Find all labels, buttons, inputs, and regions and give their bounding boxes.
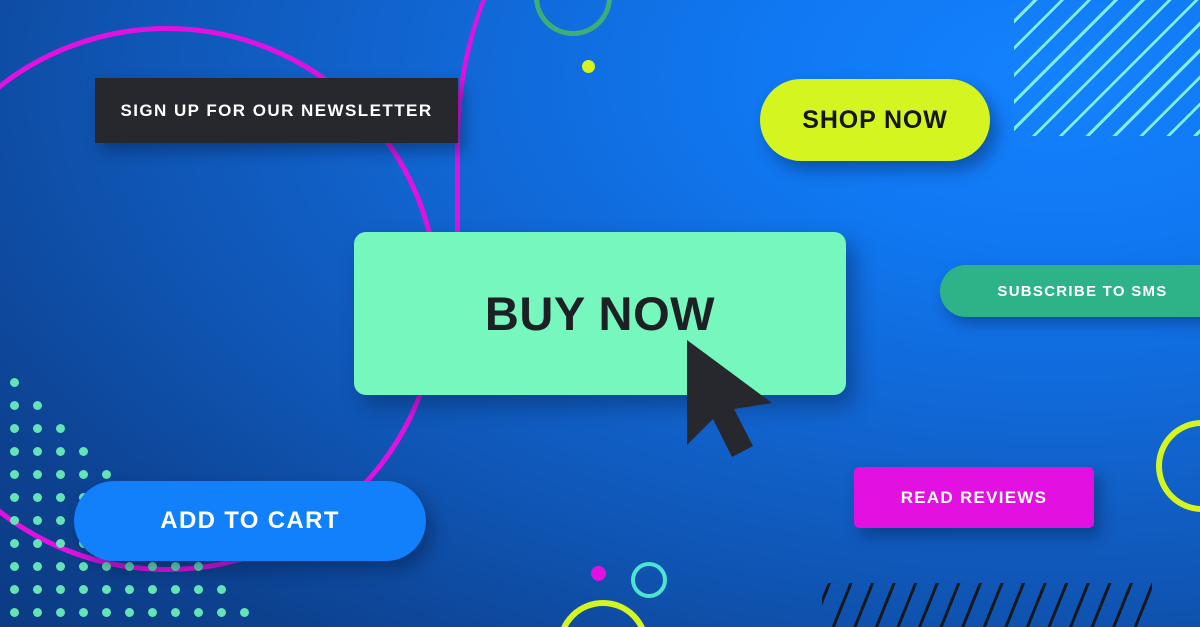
grid-dot	[171, 585, 180, 594]
grid-dot	[148, 585, 157, 594]
circle-outline-lime-right-icon	[1156, 420, 1200, 512]
grid-dot	[10, 562, 19, 571]
grid-dot	[56, 493, 65, 502]
grid-dot	[79, 585, 88, 594]
grid-dot	[33, 401, 42, 410]
grid-dot	[148, 562, 157, 571]
grid-dot	[240, 608, 249, 617]
grid-dot	[10, 401, 19, 410]
arc-line-magenta-icon	[455, 0, 800, 270]
grid-dot	[10, 447, 19, 456]
grid-dot	[33, 493, 42, 502]
circle-outline-cyan-icon	[631, 562, 667, 598]
grid-dot	[125, 585, 134, 594]
grid-dot	[171, 608, 180, 617]
grid-dot	[10, 539, 19, 548]
grid-dot	[217, 608, 226, 617]
grid-dot	[10, 470, 19, 479]
circle-outline-green-icon	[534, 0, 612, 36]
dot-lime-icon	[582, 60, 595, 73]
grid-dot	[56, 562, 65, 571]
grid-dot	[102, 562, 111, 571]
add-to-cart-button[interactable]: ADD TO CART	[74, 481, 426, 561]
grid-dot	[33, 539, 42, 548]
grid-dot	[56, 470, 65, 479]
grid-dot	[33, 424, 42, 433]
grid-dot	[79, 562, 88, 571]
dot-magenta-icon	[591, 566, 606, 581]
grid-dot	[79, 447, 88, 456]
grid-dot	[33, 447, 42, 456]
grid-dot	[217, 585, 226, 594]
grid-dot	[102, 608, 111, 617]
grid-dot	[33, 516, 42, 525]
grid-dot	[171, 562, 180, 571]
grid-dot	[194, 585, 203, 594]
signup-newsletter-button[interactable]: SIGN UP FOR OUR NEWSLETTER	[95, 78, 458, 143]
grid-dot	[194, 562, 203, 571]
grid-dot	[125, 562, 134, 571]
hero-canvas: SIGN UP FOR OUR NEWSLETTER SHOP NOW BUY …	[0, 0, 1200, 627]
grid-dot	[194, 608, 203, 617]
buy-now-button[interactable]: BUY NOW	[354, 232, 846, 395]
grid-dot	[102, 585, 111, 594]
shop-now-button[interactable]: SHOP NOW	[760, 79, 990, 161]
grid-dot	[10, 493, 19, 502]
grid-dot	[33, 585, 42, 594]
grid-dot	[79, 608, 88, 617]
grid-dot	[10, 608, 19, 617]
grid-dot	[10, 516, 19, 525]
grid-dot	[102, 470, 111, 479]
grid-dot	[33, 470, 42, 479]
grid-dot	[10, 378, 19, 387]
grid-dot	[56, 539, 65, 548]
read-reviews-button[interactable]: READ REVIEWS	[854, 467, 1094, 528]
grid-dot	[79, 470, 88, 479]
grid-dot	[56, 447, 65, 456]
grid-dot	[33, 608, 42, 617]
grid-dot	[10, 424, 19, 433]
grid-dot	[125, 608, 134, 617]
grid-dot	[33, 562, 42, 571]
grid-dot	[56, 424, 65, 433]
grid-dot	[10, 585, 19, 594]
diagonal-stripes-cyan-icon	[1014, 0, 1200, 136]
grid-dot	[148, 608, 157, 617]
circle-outline-lime-bottom-icon	[557, 600, 649, 627]
subscribe-to-sms-button[interactable]: SUBSCRIBE TO SMS	[940, 265, 1200, 317]
grid-dot	[56, 516, 65, 525]
grid-dot	[56, 585, 65, 594]
grid-dot	[56, 608, 65, 617]
diagonal-stripes-dark-icon	[822, 583, 1152, 627]
